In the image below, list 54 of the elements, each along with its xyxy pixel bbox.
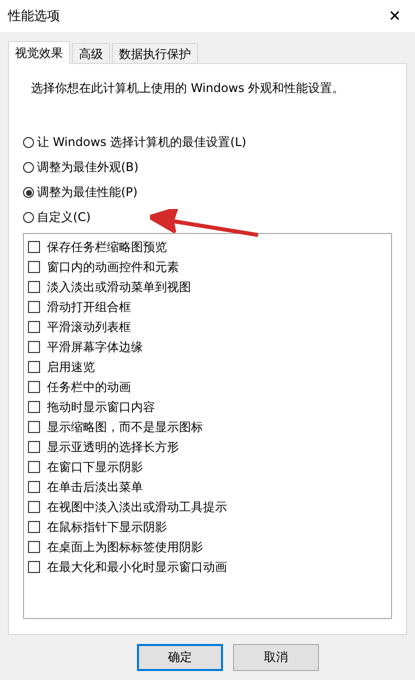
checkbox-label: 平滑滚动列表框 <box>47 318 131 336</box>
checkbox[interactable] <box>28 381 40 393</box>
checkbox[interactable] <box>28 261 40 273</box>
checkbox[interactable] <box>28 341 40 353</box>
window-title: 性能选项 <box>8 8 60 25</box>
checkbox-label: 保存任务栏缩略图预览 <box>47 238 167 256</box>
checkbox[interactable] <box>28 501 40 513</box>
radio-option[interactable]: 调整为最佳外观(B) <box>23 158 392 177</box>
radio-label: 调整为最佳外观(B) <box>37 159 139 176</box>
description-text: 选择你想在此计算机上使用的 Windows 外观和性能设置。 <box>31 80 346 97</box>
checkbox-label: 窗口内的动画控件和元素 <box>47 258 179 276</box>
checkbox-label: 在鼠标指针下显示阴影 <box>47 518 167 536</box>
radio-button-icon[interactable] <box>23 162 34 173</box>
radio-button-icon[interactable] <box>23 212 34 223</box>
radio-option[interactable]: 调整为最佳性能(P) <box>23 183 392 202</box>
radio-label: 调整为最佳性能(P) <box>37 184 138 201</box>
checkbox-label: 在视图中淡入淡出或滑动工具提示 <box>47 498 227 516</box>
radio-button-icon[interactable] <box>23 137 34 148</box>
checkbox[interactable] <box>28 401 40 413</box>
checkbox-label: 滑动打开组合框 <box>47 298 131 316</box>
checkbox-label: 在桌面上为图标标签使用阴影 <box>47 538 203 556</box>
tab[interactable]: 视觉效果 <box>8 41 70 64</box>
checkbox[interactable] <box>28 241 40 253</box>
checkbox-label: 任务栏中的动画 <box>47 378 131 396</box>
dialog-button[interactable]: 取消 <box>233 644 319 671</box>
checkbox-label: 平滑屏幕字体边缘 <box>47 338 143 356</box>
radio-option[interactable]: 让 Windows 选择计算机的最佳设置(L) <box>23 133 392 152</box>
checkbox[interactable] <box>28 301 40 313</box>
radio-button-icon[interactable] <box>23 187 34 198</box>
checkbox[interactable] <box>28 481 40 493</box>
checkbox[interactable] <box>28 441 40 453</box>
checkbox[interactable] <box>28 541 40 553</box>
checkbox[interactable] <box>28 321 40 333</box>
checkbox-label: 启用速览 <box>47 358 95 376</box>
checkbox[interactable] <box>28 361 40 373</box>
radio-option[interactable]: 自定义(C) <box>23 208 392 227</box>
dialog-button[interactable]: 确定 <box>137 644 223 671</box>
checkbox-label: 在单击后淡出菜单 <box>47 478 143 496</box>
radio-label: 让 Windows 选择计算机的最佳设置(L) <box>37 134 246 151</box>
checkbox-label: 淡入淡出或滑动菜单到视图 <box>47 278 191 296</box>
checkbox[interactable] <box>28 461 40 473</box>
checkbox[interactable] <box>28 561 40 573</box>
checkbox[interactable] <box>28 421 40 433</box>
radio-label: 自定义(C) <box>37 209 91 226</box>
checkbox-label: 在最大化和最小化时显示窗口动画 <box>47 558 227 576</box>
tab[interactable]: 高级 <box>72 43 110 63</box>
checkbox-label: 显示亚透明的选择长方形 <box>47 438 179 456</box>
checkbox-label: 拖动时显示窗口内容 <box>47 398 155 416</box>
checkbox[interactable] <box>28 521 40 533</box>
checkbox[interactable] <box>28 281 40 293</box>
tab[interactable]: 数据执行保护 <box>112 43 198 63</box>
checkbox-label: 在窗口下显示阴影 <box>47 458 143 476</box>
checkbox-label: 显示缩略图，而不是显示图标 <box>47 418 203 436</box>
close-button[interactable]: ✕ <box>375 0 415 32</box>
